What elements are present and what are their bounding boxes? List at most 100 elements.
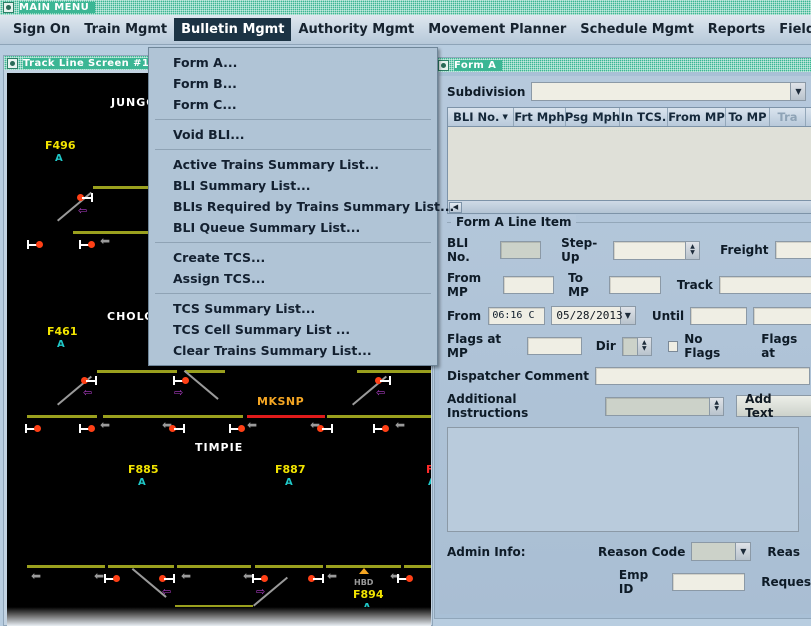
- from-mp-field[interactable]: [503, 276, 555, 294]
- until-date-field[interactable]: [753, 307, 811, 325]
- titlebar-texture: [0, 0, 811, 15]
- menu-item-clear-trains-summary-list[interactable]: Clear Trains Summary List...: [149, 340, 437, 361]
- menu-item-active-trains-summary-list[interactable]: Active Trains Summary List...: [149, 154, 437, 175]
- step-up-label: Step-Up: [561, 236, 607, 264]
- signal-id-f887: F887: [275, 463, 305, 476]
- window-menu-icon[interactable]: [7, 58, 18, 69]
- window-menu-icon[interactable]: [438, 60, 449, 71]
- sort-chevron-down-icon: ▼: [502, 113, 507, 121]
- signal-marker: [27, 240, 43, 249]
- freight-field[interactable]: [775, 241, 811, 259]
- track-segment: [255, 565, 323, 568]
- menu-field-support[interactable]: Field Support: [772, 18, 811, 41]
- track-segment: [185, 370, 225, 373]
- track-segment: [327, 415, 431, 418]
- instructions-textarea[interactable]: [447, 427, 799, 532]
- menu-reports[interactable]: Reports: [701, 18, 772, 41]
- menu-movement-planner[interactable]: Movement Planner: [421, 18, 573, 41]
- additional-instructions-spinner[interactable]: ▲▼: [710, 397, 724, 416]
- track-segment: [27, 415, 97, 418]
- menu-item-bli-summary-list[interactable]: BLI Summary List...: [149, 175, 437, 196]
- menu-item-form-a[interactable]: Form A...: [149, 52, 437, 73]
- hbd-label: HBD: [354, 578, 373, 587]
- admin-info-label: Admin Info:: [447, 545, 592, 559]
- route-arrow-left-icon: ⇦: [376, 389, 385, 397]
- route-arrow-right-icon: ⇨: [174, 389, 183, 397]
- dispatcher-comment-label: Dispatcher Comment: [447, 369, 589, 383]
- menu-item-form-c[interactable]: Form C...: [149, 94, 437, 115]
- route-arrow-left-icon: ⇦: [78, 207, 87, 215]
- column-header-to-mp[interactable]: To MP: [726, 108, 770, 126]
- bli-table-horizontal-scrollbar[interactable]: ◀: [447, 201, 811, 214]
- chevron-down-icon[interactable]: ▼: [790, 83, 805, 100]
- menu-bar: Sign On Train Mgmt Bulletin Mgmt Authori…: [0, 15, 811, 45]
- subdivision-select[interactable]: ▼: [531, 82, 806, 101]
- from-date-value: 05/28/2013: [556, 309, 622, 322]
- dir-field[interactable]: [622, 337, 638, 356]
- menu-separator: [155, 242, 431, 243]
- menu-train-mgmt[interactable]: Train Mgmt: [77, 18, 174, 41]
- emp-id-field[interactable]: [672, 573, 745, 591]
- bulletin-mgmt-dropdown: Form A... Form B... Form C... Void BLI..…: [148, 47, 438, 366]
- menu-sign-on[interactable]: Sign On: [6, 18, 77, 41]
- menu-item-void-bli[interactable]: Void BLI...: [149, 124, 437, 145]
- column-header-from-mp[interactable]: From MP: [668, 108, 726, 126]
- signal-state-f885: A: [138, 477, 146, 488]
- form-a-window: Form A Subdivision ▼ BLI No. ▼ Frt Mph P…: [434, 57, 811, 619]
- to-mp-field[interactable]: [609, 276, 661, 294]
- signal-id-f885: F885: [128, 463, 158, 476]
- menu-item-form-b[interactable]: Form B...: [149, 73, 437, 94]
- menu-item-tcs-cell-summary-list[interactable]: TCS Cell Summary List ...: [149, 319, 437, 340]
- until-label: Until: [652, 309, 684, 323]
- track-segment: [357, 370, 431, 373]
- request-trailing-label: Reques: [761, 575, 811, 589]
- menu-item-tcs-summary-list[interactable]: TCS Summary List...: [149, 298, 437, 319]
- signal-state-f887: A: [285, 477, 293, 488]
- step-up-spinner[interactable]: ▲▼: [686, 241, 700, 260]
- direction-arrow-left-icon: ⬅: [181, 572, 191, 580]
- bli-table-body[interactable]: [447, 126, 811, 201]
- signal-marker: [79, 240, 95, 249]
- occupancy-label-mksnp: MKSNP: [257, 395, 304, 408]
- column-header-psg-mph[interactable]: Psg Mph: [566, 108, 620, 126]
- signal-state-f8-cut: A: [428, 477, 431, 488]
- menu-item-create-tcs[interactable]: Create TCS...: [149, 247, 437, 268]
- menu-bulletin-mgmt[interactable]: Bulletin Mgmt: [174, 18, 291, 41]
- column-header-in-tcs[interactable]: In TCS.: [620, 108, 668, 126]
- signal-id-f496: F496: [45, 139, 75, 152]
- signal-marker: [81, 376, 97, 385]
- dispatcher-comment-field[interactable]: [595, 367, 810, 385]
- menu-schedule-mgmt[interactable]: Schedule Mgmt: [573, 18, 701, 41]
- menu-item-blis-required-by-trains-summary-list[interactable]: BLIs Required by Trains Summary List...: [149, 196, 437, 217]
- chevron-down-icon[interactable]: ▼: [735, 543, 750, 560]
- menu-item-assign-tcs[interactable]: Assign TCS...: [149, 268, 437, 289]
- track-segment: [177, 565, 251, 568]
- additional-instructions-field[interactable]: [605, 397, 710, 416]
- until-time-field[interactable]: [690, 307, 747, 325]
- window-menu-icon[interactable]: [3, 2, 14, 13]
- signal-marker: [77, 193, 93, 202]
- main-window-titlebar: MAIN MENU: [0, 0, 811, 15]
- from-date-field[interactable]: 05/28/2013 ▼: [551, 306, 635, 325]
- no-flags-checkbox[interactable]: [668, 341, 678, 352]
- route-arrow-left-icon: ⇦: [83, 389, 92, 397]
- column-header-frt-mph[interactable]: Frt Mph: [514, 108, 566, 126]
- column-header-track-partial[interactable]: Tra: [770, 108, 806, 126]
- form-a-line-item-group: Form A Line Item BLI No. Step-Up ▲▼ Frei…: [447, 222, 811, 532]
- bli-no-field[interactable]: [500, 241, 541, 259]
- direction-arrow-left-icon: ⬅: [247, 421, 257, 429]
- signal-marker: [173, 376, 189, 385]
- column-header-bli-no[interactable]: BLI No. ▼: [448, 108, 514, 126]
- reason-code-select[interactable]: ▼: [691, 542, 751, 561]
- add-text-button[interactable]: Add Text: [736, 395, 811, 417]
- dir-spinner[interactable]: ▲▼: [638, 337, 652, 356]
- step-up-field[interactable]: [613, 241, 686, 260]
- signal-id-f894: F894: [353, 588, 383, 601]
- track-label: Track: [677, 278, 713, 292]
- menu-authority-mgmt[interactable]: Authority Mgmt: [291, 18, 421, 41]
- track-field[interactable]: [719, 276, 811, 294]
- menu-item-bli-queue-summary-list[interactable]: BLI Queue Summary List...: [149, 217, 437, 238]
- flags-at-mp-field[interactable]: [527, 337, 582, 355]
- from-time-field[interactable]: 06:16 C: [488, 307, 545, 325]
- direction-arrow-left-icon: ⬅: [100, 237, 110, 245]
